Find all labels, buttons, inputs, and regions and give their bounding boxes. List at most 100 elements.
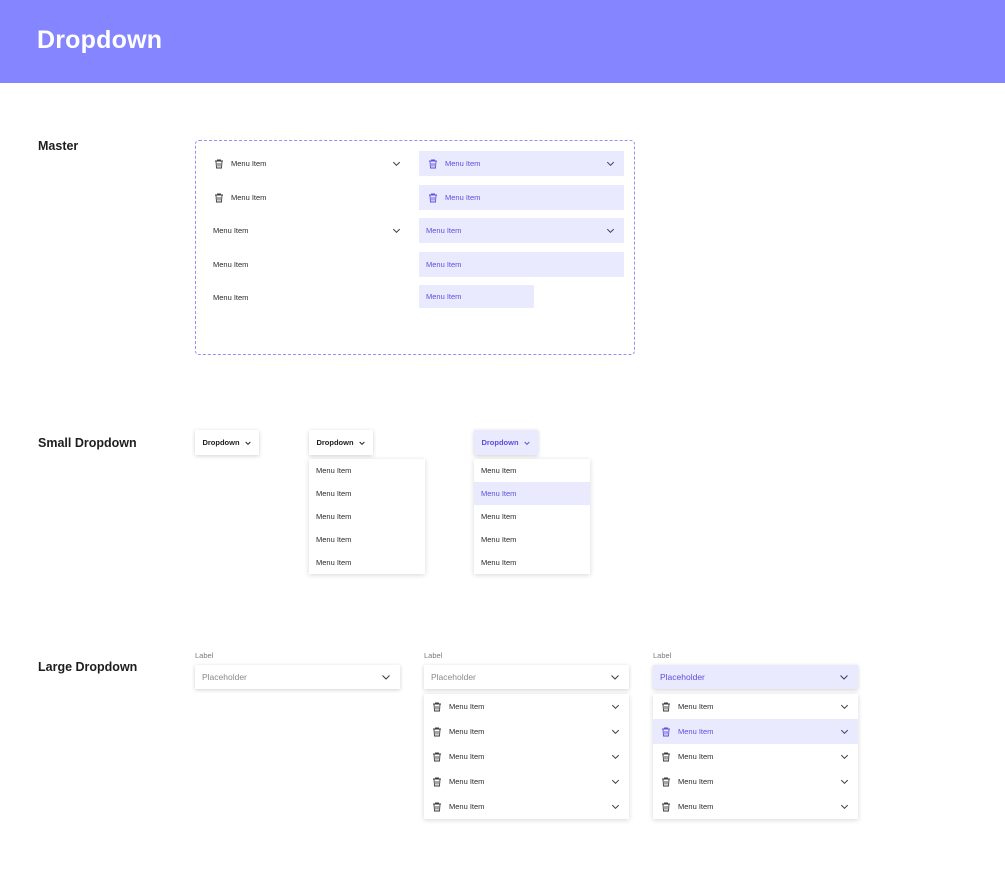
- small-dropdown-button-closed[interactable]: Dropdown: [195, 430, 259, 455]
- menu-item-label: Menu Item: [678, 702, 714, 711]
- section-title-small-dropdown: Small Dropdown: [38, 436, 137, 450]
- page-header: Dropdown: [0, 0, 1005, 83]
- trash-icon: [660, 726, 672, 738]
- large-dropdown-label: Label: [424, 651, 443, 660]
- chevron-down-icon: [380, 671, 392, 683]
- trash-icon: [213, 158, 225, 170]
- menu-item-label: Menu Item: [449, 802, 485, 811]
- menu-item[interactable]: Menu Item: [424, 744, 629, 769]
- chevron-down-icon: [610, 726, 621, 737]
- master-row-label: Menu Item: [426, 226, 462, 235]
- dropdown-button-label: Dropdown: [481, 438, 519, 447]
- menu-item[interactable]: Menu Item: [424, 694, 629, 719]
- menu-item[interactable]: Menu Item: [309, 459, 425, 482]
- large-dropdown-menu: Menu Item Menu Item Menu Item Menu Item …: [424, 694, 629, 819]
- menu-item[interactable]: Menu Item: [474, 459, 590, 482]
- master-row-label: Menu Item: [445, 193, 481, 202]
- master-row-plain-small[interactable]: Menu Item: [205, 285, 320, 310]
- placeholder-text: Placeholder: [202, 672, 247, 682]
- master-row-icon-chevron-active[interactable]: Menu Item: [419, 151, 624, 176]
- menu-item-label: Menu Item: [678, 727, 714, 736]
- chevron-down-icon: [610, 776, 621, 787]
- large-dropdown-label: Label: [653, 651, 672, 660]
- chevron-down-icon: [610, 801, 621, 812]
- trash-icon: [660, 801, 672, 813]
- trash-icon: [431, 701, 443, 713]
- trash-icon: [213, 192, 225, 204]
- menu-item-highlighted[interactable]: Menu Item: [653, 719, 858, 744]
- master-row-plain-active[interactable]: Menu Item: [419, 252, 624, 277]
- trash-icon: [431, 776, 443, 788]
- menu-item-label: Menu Item: [449, 727, 485, 736]
- menu-item[interactable]: Menu Item: [309, 551, 425, 574]
- master-row-label: Menu Item: [231, 159, 267, 168]
- chevron-down-icon: [838, 671, 850, 683]
- menu-item[interactable]: Menu Item: [424, 794, 629, 819]
- menu-item[interactable]: Menu Item: [424, 719, 629, 744]
- menu-item-label: Menu Item: [678, 802, 714, 811]
- master-row-label: Menu Item: [231, 193, 267, 202]
- chevron-down-icon: [358, 439, 366, 447]
- menu-item-label: Menu Item: [678, 752, 714, 761]
- trash-icon: [427, 158, 439, 170]
- trash-icon: [660, 751, 672, 763]
- master-row-label: Menu Item: [213, 226, 249, 235]
- master-row-label: Menu Item: [426, 260, 462, 269]
- menu-item-label: Menu Item: [678, 777, 714, 786]
- large-dropdown-field-open[interactable]: Placeholder: [424, 665, 629, 689]
- chevron-down-icon: [839, 776, 850, 787]
- small-dropdown-menu-active: Menu Item Menu Item Menu Item Menu Item …: [474, 459, 590, 574]
- master-row-plain[interactable]: Menu Item: [205, 252, 410, 277]
- menu-item[interactable]: Menu Item: [653, 744, 858, 769]
- master-row-icon[interactable]: Menu Item: [205, 185, 410, 210]
- dropdown-button-label: Dropdown: [316, 438, 354, 447]
- menu-item[interactable]: Menu Item: [309, 505, 425, 528]
- master-row-plain-small-active[interactable]: Menu Item: [419, 285, 534, 308]
- trash-icon: [431, 751, 443, 763]
- master-row-label: Menu Item: [426, 292, 462, 301]
- chevron-down-icon: [391, 225, 402, 236]
- master-row-icon-chevron[interactable]: Menu Item: [205, 151, 410, 176]
- menu-item[interactable]: Menu Item: [309, 528, 425, 551]
- menu-item[interactable]: Menu Item: [424, 769, 629, 794]
- master-row-chevron-active[interactable]: Menu Item: [419, 218, 624, 243]
- master-row-chevron[interactable]: Menu Item: [205, 218, 410, 243]
- master-row-icon-active[interactable]: Menu Item: [419, 185, 624, 210]
- trash-icon: [660, 776, 672, 788]
- menu-item[interactable]: Menu Item: [474, 528, 590, 551]
- large-dropdown-menu-active: Menu Item Menu Item Menu Item Menu Item …: [653, 694, 858, 819]
- section-title-master: Master: [38, 139, 79, 153]
- chevron-down-icon: [244, 439, 252, 447]
- chevron-down-icon: [839, 751, 850, 762]
- trash-icon: [431, 726, 443, 738]
- placeholder-text: Placeholder: [431, 672, 476, 682]
- large-dropdown-field-closed[interactable]: Placeholder: [195, 665, 400, 689]
- trash-icon: [427, 192, 439, 204]
- small-dropdown-button-open[interactable]: Dropdown: [309, 430, 373, 455]
- chevron-down-icon: [839, 726, 850, 737]
- menu-item-label: Menu Item: [449, 752, 485, 761]
- chevron-down-icon: [605, 225, 616, 236]
- menu-item[interactable]: Menu Item: [653, 769, 858, 794]
- dropdown-button-label: Dropdown: [202, 438, 240, 447]
- menu-item-highlighted[interactable]: Menu Item: [474, 482, 590, 505]
- chevron-down-icon: [839, 801, 850, 812]
- menu-item-label: Menu Item: [449, 702, 485, 711]
- menu-item[interactable]: Menu Item: [474, 551, 590, 574]
- section-title-large-dropdown: Large Dropdown: [38, 660, 138, 674]
- chevron-down-icon: [391, 158, 402, 169]
- chevron-down-icon: [610, 751, 621, 762]
- small-dropdown-menu: Menu Item Menu Item Menu Item Menu Item …: [309, 459, 425, 574]
- page-title: Dropdown: [37, 26, 163, 54]
- menu-item[interactable]: Menu Item: [653, 794, 858, 819]
- large-dropdown-field-active[interactable]: Placeholder: [653, 665, 858, 689]
- chevron-down-icon: [610, 701, 621, 712]
- chevron-down-icon: [605, 158, 616, 169]
- chevron-down-icon: [523, 439, 531, 447]
- large-dropdown-label: Label: [195, 651, 214, 660]
- menu-item[interactable]: Menu Item: [474, 505, 590, 528]
- small-dropdown-button-active[interactable]: Dropdown: [474, 430, 538, 455]
- trash-icon: [431, 801, 443, 813]
- menu-item[interactable]: Menu Item: [653, 694, 858, 719]
- menu-item[interactable]: Menu Item: [309, 482, 425, 505]
